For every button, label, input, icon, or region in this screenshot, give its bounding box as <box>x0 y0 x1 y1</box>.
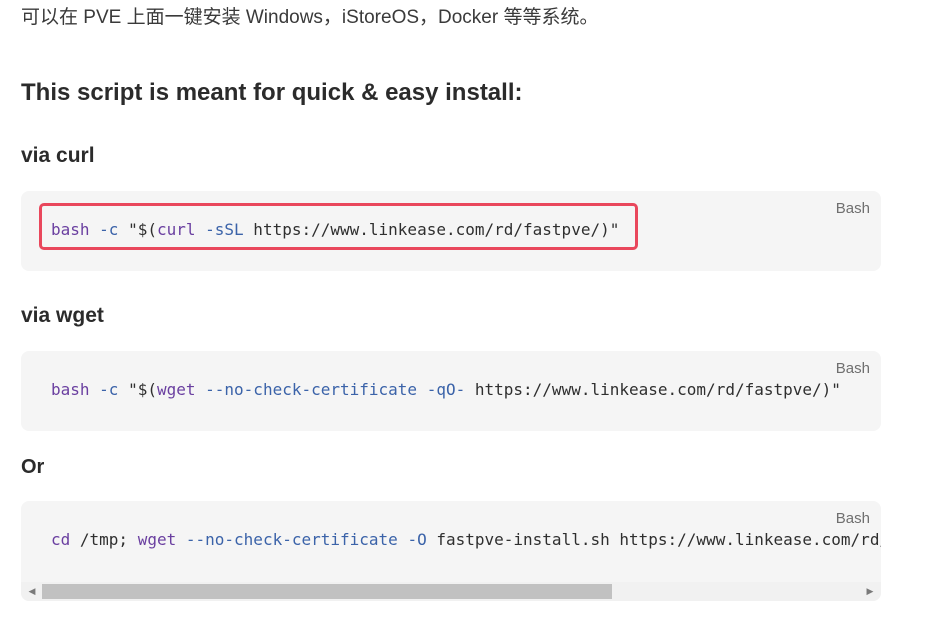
language-label: Bash <box>835 200 870 217</box>
code-token: "$( <box>118 220 157 239</box>
code-token: -qO- <box>426 380 466 399</box>
code-token: bash <box>51 380 90 399</box>
code-token: cd <box>51 530 71 549</box>
code-token: https://www.linkease.com/rd/fastpve/)" <box>243 220 620 239</box>
scrollbar-thumb[interactable] <box>42 584 612 599</box>
code-token: "$( <box>118 380 157 399</box>
curl-code-block[interactable]: Bash bash -c "$(curl -sSL https://www.li… <box>21 191 881 271</box>
code-token: -c <box>99 220 119 239</box>
intro-text: 可以在 PVE 上面一键安装 Windows，iStoreOS，Docker 等… <box>21 7 599 28</box>
code-token: fastpve-install.sh https://www.linkease.… <box>436 530 881 549</box>
code-token: -c <box>99 380 119 399</box>
code-token: -sSL <box>205 220 244 239</box>
code-token: -O <box>407 530 427 549</box>
language-label: Bash <box>835 360 870 377</box>
wget-heading: via wget <box>21 304 104 327</box>
code-token: wget <box>156 380 196 399</box>
curl-command[interactable]: bash -c "$(curl -sSL https://www.linkeas… <box>51 219 619 241</box>
curl-heading: via curl <box>21 144 95 167</box>
horizontal-scrollbar[interactable]: ◀ ▶ <box>21 582 881 601</box>
code-token: curl <box>156 220 196 239</box>
alt-command[interactable]: cd /tmp; wget --no-check-certificate -O … <box>51 529 881 551</box>
alt-code-block[interactable]: Bash cd /tmp; wget --no-check-certificat… <box>21 501 881 601</box>
wget-code-block[interactable]: Bash bash -c "$(wget --no-check-certific… <box>21 351 881 431</box>
scroll-left-icon[interactable]: ◀ <box>24 582 40 601</box>
code-token: bash <box>51 220 90 239</box>
code-token: https://www.linkease.com/rd/fastpve/)" <box>465 380 841 399</box>
wget-command[interactable]: bash -c "$(wget --no-check-certificate -… <box>51 379 841 401</box>
scroll-right-icon[interactable]: ▶ <box>862 582 878 601</box>
code-token: wget <box>137 530 177 549</box>
code-token: /tmp; <box>70 530 138 549</box>
language-label: Bash <box>835 510 870 527</box>
code-token: --no-check-certificate <box>205 380 418 399</box>
or-text: Or <box>21 456 45 478</box>
code-token: --no-check-certificate <box>185 530 398 549</box>
section-heading: This script is meant for quick & easy in… <box>21 79 523 106</box>
